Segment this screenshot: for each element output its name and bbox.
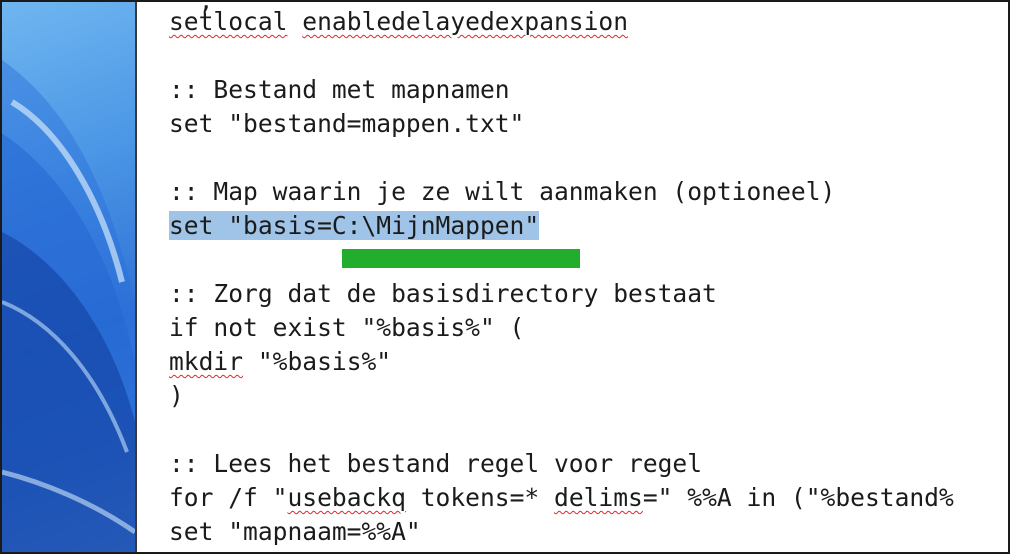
for-suffix: =" %%A in ("%bestand%: [642, 483, 954, 512]
code-line-10: if not exist "%basis%" (: [169, 313, 525, 342]
spell-token-usebackq: usebackq: [287, 483, 406, 512]
code-line-14: :: Lees het bestand regel voor regel: [169, 449, 703, 478]
mkdir-args: "%basis%": [243, 347, 392, 376]
spell-token-delims: delims: [554, 483, 643, 512]
for-mid: tokens=*: [405, 483, 555, 512]
for-prefix: for /f ": [169, 483, 288, 512]
wallpaper-bloom-graphic: [2, 59, 135, 552]
code-line-1: setlocal enabledelayedexpansion: [169, 7, 628, 37]
spell-token-setlocal: setlocal: [169, 7, 288, 36]
code-line-3: :: Bestand met mapnamen: [169, 75, 510, 104]
spell-token-enabledelayedexpansion: enabledelayedexpansion: [302, 7, 629, 36]
desktop-wallpaper: [2, 2, 135, 552]
text-editor-area[interactable]: , setlocal enabledelayedexpansion :: Bes…: [137, 2, 1008, 552]
code-line-6: :: Map waarin je ze wilt aanmaken (optio…: [169, 177, 836, 206]
code-line-15: for /f "usebackq tokens=* delims=" %%A i…: [169, 483, 954, 513]
code-line-16: set "mapnaam=%%A": [169, 517, 421, 546]
code-line-12: ): [169, 381, 184, 410]
highlight-marker-bar: [342, 249, 580, 268]
text-selection: set "basis=C:\MijnMappen": [169, 211, 540, 240]
code-line-4: set "bestand=mappen.txt": [169, 109, 525, 138]
code-line-11: mkdir "%basis%": [169, 347, 391, 377]
spell-token-mkdir: mkdir: [169, 347, 244, 376]
screenshot-frame: , setlocal enabledelayedexpansion :: Bes…: [0, 0, 1010, 554]
code-line-7-selected[interactable]: set "basis=C:\MijnMappen": [169, 211, 540, 241]
code-line-9: :: Zorg dat de basisdirectory bestaat: [169, 279, 717, 308]
